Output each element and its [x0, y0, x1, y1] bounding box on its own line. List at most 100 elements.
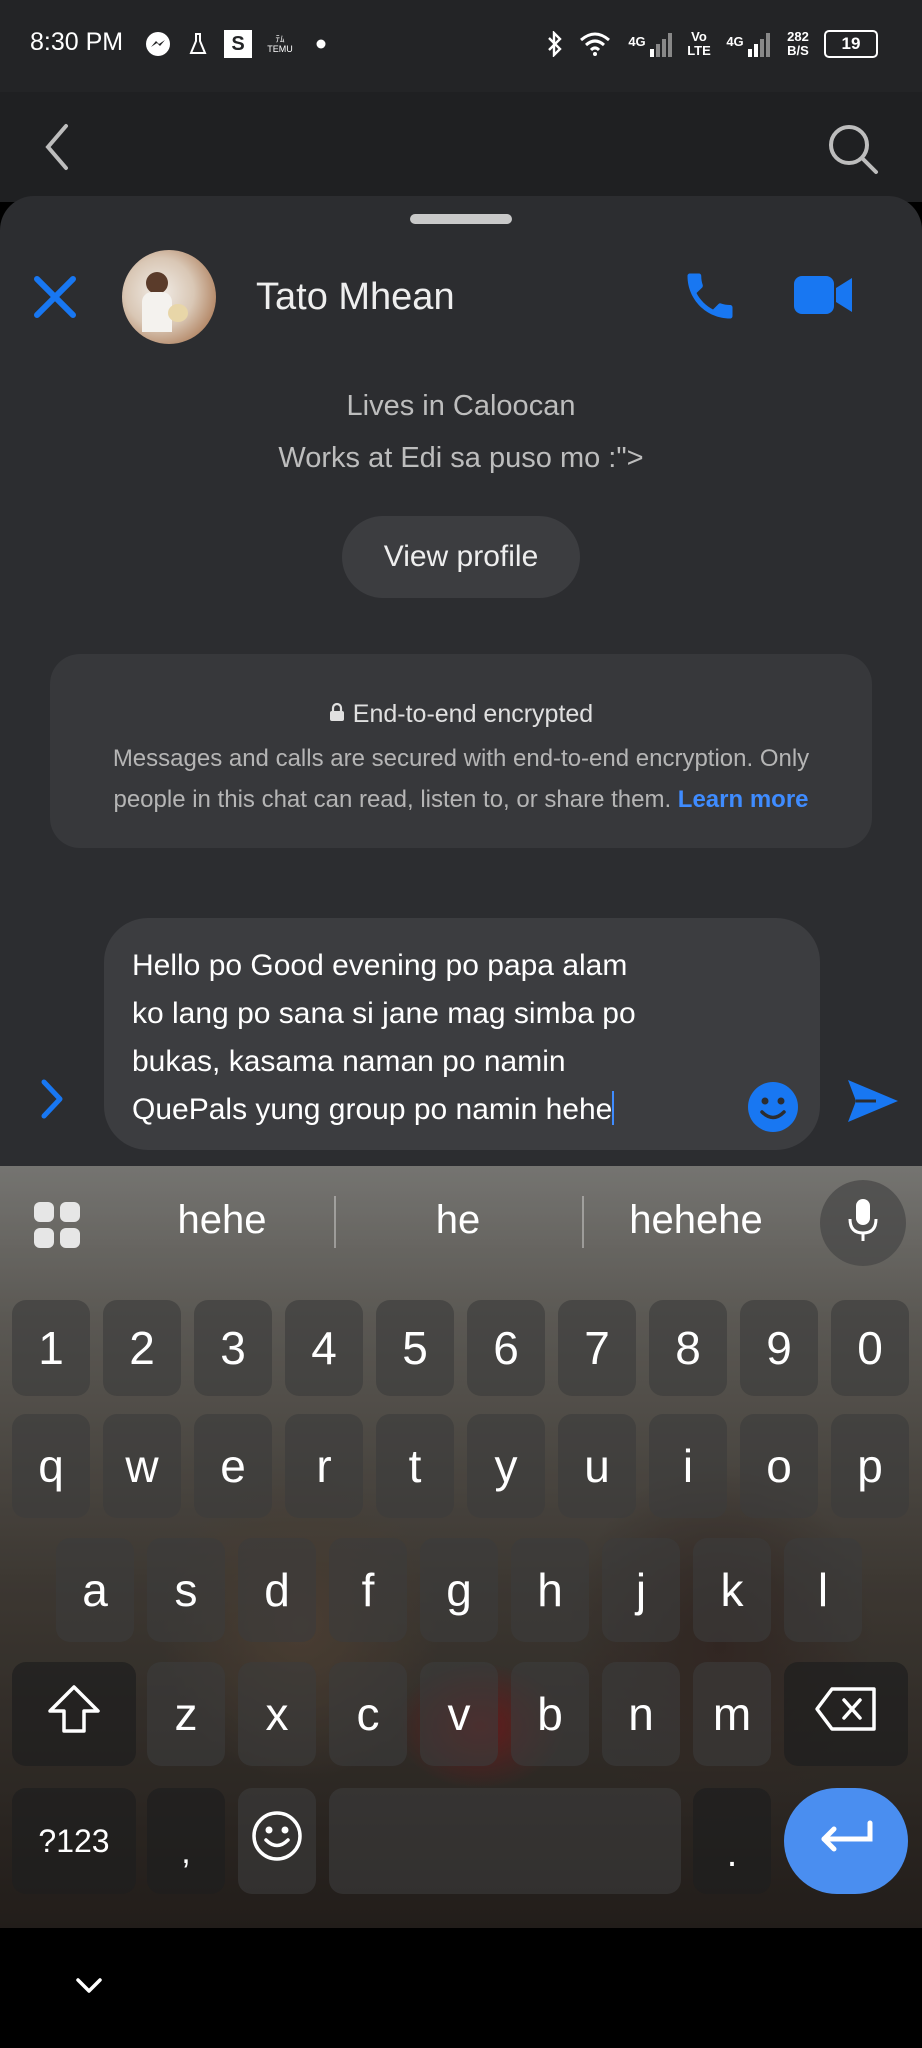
enter-icon	[816, 1819, 876, 1864]
key-h[interactable]: h	[511, 1538, 589, 1642]
wifi-icon	[578, 30, 612, 58]
key-u[interactable]: u	[558, 1414, 636, 1518]
phone-call-icon[interactable]	[680, 266, 740, 331]
key-x[interactable]: x	[238, 1662, 316, 1766]
key-m[interactable]: m	[693, 1662, 771, 1766]
key-j[interactable]: j	[602, 1538, 680, 1642]
key-b[interactable]: b	[511, 1662, 589, 1766]
key-l[interactable]: l	[784, 1538, 862, 1642]
learn-more-link[interactable]: Learn more	[678, 786, 809, 813]
back-icon[interactable]	[40, 120, 74, 179]
net-speed-label: 282 B/S	[780, 30, 816, 58]
key-0[interactable]: 0	[831, 1300, 909, 1396]
emoji-icon[interactable]	[746, 1080, 800, 1139]
search-icon[interactable]	[826, 122, 880, 181]
key-n[interactable]: n	[602, 1662, 680, 1766]
video-call-icon[interactable]	[792, 272, 854, 323]
flask-icon	[186, 30, 210, 58]
key-7[interactable]: 7	[558, 1300, 636, 1396]
messenger-icon	[144, 30, 172, 58]
key-c[interactable]: c	[329, 1662, 407, 1766]
key-6[interactable]: 6	[467, 1300, 545, 1396]
text-caret	[612, 1091, 615, 1125]
notification-dot-icon	[314, 30, 328, 58]
enter-key[interactable]	[784, 1788, 908, 1894]
status-bar: 8:30 PM S ﾃﾑ TEMU 4G Vo LTE 4G 282 B/S 1…	[0, 0, 922, 92]
microphone-icon	[846, 1197, 880, 1250]
comma-key[interactable]: ,	[147, 1788, 225, 1894]
key-o[interactable]: o	[740, 1414, 818, 1518]
contact-name[interactable]: Tato Mhean	[256, 276, 455, 319]
volte-label: Vo LTE	[684, 30, 714, 58]
bluetooth-icon	[544, 30, 566, 58]
s-app-icon: S	[224, 30, 252, 58]
key-i[interactable]: i	[649, 1414, 727, 1518]
volte-bottom: LTE	[687, 43, 711, 58]
key-f[interactable]: f	[329, 1538, 407, 1642]
navigation-bar	[0, 1928, 922, 2048]
period-key[interactable]: .	[693, 1788, 771, 1894]
avatar[interactable]	[122, 250, 216, 344]
background-header	[0, 92, 922, 202]
key-9[interactable]: 9	[740, 1300, 818, 1396]
hide-keyboard-icon[interactable]	[74, 1976, 104, 2001]
key-8[interactable]: 8	[649, 1300, 727, 1396]
volte-top: Vo	[691, 29, 707, 44]
voice-input-button[interactable]	[820, 1180, 906, 1266]
send-icon[interactable]	[846, 1076, 900, 1131]
encryption-title-row: End-to-end encrypted	[0, 700, 922, 729]
shift-icon	[46, 1683, 102, 1746]
network-4g-label-2: 4G	[726, 34, 744, 49]
key-d[interactable]: d	[238, 1538, 316, 1642]
sheet-drag-handle[interactable]	[410, 214, 512, 224]
network-4g-label: 4G	[628, 34, 646, 49]
key-q[interactable]: q	[12, 1414, 90, 1518]
temu-line2: TEMU	[267, 44, 293, 54]
key-1[interactable]: 1	[12, 1300, 90, 1396]
key-5[interactable]: 5	[376, 1300, 454, 1396]
backspace-key[interactable]	[784, 1662, 908, 1766]
temu-line1: ﾃﾑ	[275, 34, 285, 44]
key-k[interactable]: k	[693, 1538, 771, 1642]
key-e[interactable]: e	[194, 1414, 272, 1518]
key-r[interactable]: r	[285, 1414, 363, 1518]
key-w[interactable]: w	[103, 1414, 181, 1518]
message-text-content: Hello po Good evening po papa alam ko la…	[132, 949, 636, 1126]
close-icon[interactable]	[30, 272, 80, 327]
encryption-title: End-to-end encrypted	[352, 700, 594, 728]
temu-icon: ﾃﾑ TEMU	[264, 30, 296, 58]
message-text[interactable]: Hello po Good evening po papa alam ko la…	[132, 942, 692, 1134]
key-s[interactable]: s	[147, 1538, 225, 1642]
key-a[interactable]: a	[56, 1538, 134, 1642]
signal-icon	[648, 30, 674, 58]
net-speed-value: 282	[787, 29, 809, 44]
emoji-face-icon	[250, 1809, 304, 1874]
key-p[interactable]: p	[831, 1414, 909, 1518]
suggestion-3[interactable]: hehehe	[596, 1198, 796, 1243]
key-y[interactable]: y	[467, 1414, 545, 1518]
key-z[interactable]: z	[147, 1662, 225, 1766]
battery-icon: 19	[824, 30, 878, 58]
contact-works: Works at Edi sa puso mo :">	[278, 442, 644, 474]
emoji-key[interactable]	[238, 1788, 316, 1894]
shift-key[interactable]	[12, 1662, 136, 1766]
status-time: 8:30 PM	[30, 28, 124, 56]
key-4[interactable]: 4	[285, 1300, 363, 1396]
suggestion-2[interactable]: he	[358, 1198, 558, 1243]
symbols-key[interactable]: ?123	[12, 1788, 136, 1894]
view-profile-button[interactable]: View profile	[342, 516, 580, 598]
suggestion-1[interactable]: hehe	[122, 1198, 322, 1243]
key-v[interactable]: v	[420, 1662, 498, 1766]
lock-icon	[329, 700, 345, 729]
contact-lives: Lives in Caloocan	[346, 390, 576, 422]
key-t[interactable]: t	[376, 1414, 454, 1518]
key-2[interactable]: 2	[103, 1300, 181, 1396]
signal-icon-2	[746, 30, 772, 58]
space-bar[interactable]	[329, 1788, 681, 1894]
expand-actions-icon[interactable]	[36, 1076, 66, 1127]
keyboard-menu-icon[interactable]	[32, 1200, 82, 1255]
key-3[interactable]: 3	[194, 1300, 272, 1396]
key-g[interactable]: g	[420, 1538, 498, 1642]
encryption-body: Messages and calls are secured with end-…	[80, 738, 842, 820]
backspace-icon	[814, 1686, 878, 1743]
